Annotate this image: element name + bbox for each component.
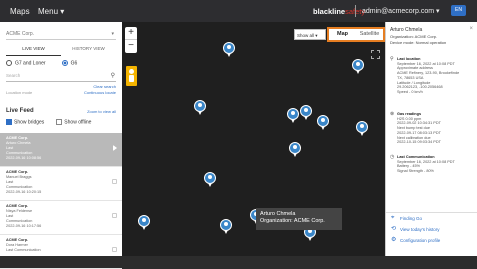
live-feed-list: ACME Corp. Arturo Chmela Last Communicat… (0, 133, 122, 269)
pin-tooltip: Arturo Chmela Organization: ACME Corp. (256, 208, 342, 230)
location-icon: ⚲ (390, 56, 394, 62)
device-filter: G7 and Loner G6 (6, 60, 77, 66)
radio-icon (6, 60, 12, 66)
fullscreen-icon[interactable] (371, 50, 380, 59)
tab-history-view[interactable]: HISTORY VIEW (61, 43, 116, 56)
language-selector[interactable]: EN (451, 5, 466, 16)
feed-filters: Show bridges Show offline (6, 119, 91, 125)
map-pin-icon[interactable] (204, 172, 216, 187)
map-pin-icon[interactable] (352, 59, 364, 74)
history-icon: ⟲ (391, 226, 397, 232)
chevron-down-icon: ▾ (111, 31, 114, 37)
clear-search-link[interactable]: Clear search (93, 84, 116, 89)
last-communication-section: ◷ Last Communication September 16, 2022 … (390, 154, 455, 174)
list-item[interactable]: ACME Corp. Nisya Feldense Last Communica… (0, 201, 122, 235)
list-item[interactable]: ACME Corp. Arturo Chmela Last Communicat… (0, 133, 122, 167)
map-pin-icon[interactable] (317, 115, 329, 130)
live-feed-heading: Live Feed (6, 108, 34, 114)
view-tabs: LIVE VIEW HISTORY VIEW (6, 43, 116, 56)
location-mode-row: Location mode Continuous locate (6, 90, 116, 95)
list-item[interactable]: ACME Corp. Manuel Braggs Last Communicat… (0, 167, 122, 201)
top-bar: Maps Menu ▾ blacklinesafety admin@acmeco… (0, 0, 477, 22)
map-pin-icon[interactable] (287, 108, 299, 123)
map-type-satellite-button[interactable]: Satellite (356, 29, 383, 40)
status-box-icon (112, 179, 117, 184)
show-all-dropdown[interactable]: Show all ▾ (294, 29, 326, 40)
divider (355, 5, 356, 17)
tab-live-view[interactable]: LIVE VIEW (6, 43, 61, 56)
detail-title: Arturo Chmela (390, 27, 423, 33)
search-icon: ⚲ (110, 73, 115, 79)
map-type-map-button[interactable]: Map (329, 29, 356, 40)
menu-dropdown[interactable]: Menu ▾ (38, 7, 64, 16)
find-icon: ⌖ (391, 215, 395, 221)
show-bridges-checkbox[interactable]: Show bridges (6, 119, 44, 125)
street-view-pegman-icon[interactable] (126, 66, 137, 86)
finding-go-link[interactable]: ⌖ Finding Go (386, 213, 477, 224)
list-item[interactable]: ACME Corp. Dora Harmer Last Communicatio… (0, 235, 122, 269)
map-pin-icon[interactable] (289, 142, 301, 157)
zoom-to-view-all-link[interactable]: Zoom to view all (87, 109, 116, 114)
gas-readings-section: ⊗ Gas readings H2S 0.00 ppm 2022-09-02 1… (390, 111, 441, 145)
continuous-locate-link[interactable]: Continuous locate (84, 90, 116, 95)
status-box-icon (112, 247, 117, 252)
signal-icon: ◷ (390, 154, 395, 160)
search-input[interactable]: Search ⚲ (6, 71, 116, 82)
gas-icon: ⊗ (390, 111, 395, 117)
selected-arrow-icon (113, 145, 117, 151)
detail-actions: ⌖ Finding Go ⟲ View today's history ⚙ Co… (386, 212, 477, 246)
map-pin-icon[interactable] (220, 219, 232, 234)
zoom-in-button[interactable]: + (125, 27, 137, 40)
map-pin-icon[interactable] (300, 105, 312, 120)
last-location-section: ⚲ Last location September 16, 2022 at 10… (390, 56, 460, 94)
map-pin-icon[interactable] (138, 215, 150, 230)
maps-link[interactable]: Maps (10, 7, 30, 16)
radio-g6[interactable]: G6 (61, 60, 77, 66)
configuration-profile-link[interactable]: ⚙ Configuration profile (386, 235, 477, 246)
radio-g7-loner[interactable]: G7 and Loner (6, 60, 46, 66)
close-icon[interactable]: × (469, 26, 473, 32)
zoom-control: + − (125, 27, 137, 53)
show-offline-checkbox[interactable]: Show offline (56, 119, 91, 125)
map-pin-icon[interactable] (194, 100, 206, 115)
map-canvas[interactable]: + − Show all ▾ Map Satellite Arturo Chme… (122, 22, 385, 256)
map-type-toggle: Map Satellite (327, 27, 385, 42)
sidebar: ACME Corp. ▾ LIVE VIEW HISTORY VIEW G7 a… (0, 22, 122, 269)
profile-icon: ⚙ (391, 237, 397, 243)
view-history-link[interactable]: ⟲ View today's history (386, 224, 477, 235)
zoom-out-button[interactable]: − (125, 40, 137, 53)
checkbox-icon (56, 119, 63, 125)
organization-select[interactable]: ACME Corp. ▾ (6, 28, 116, 40)
checkbox-checked-icon (6, 119, 12, 125)
detail-meta: Organization: ACME Corp. Device mode: No… (390, 34, 447, 45)
detail-panel: Arturo Chmela × Organization: ACME Corp.… (385, 22, 477, 256)
map-pin-icon[interactable] (356, 121, 368, 136)
account-menu[interactable]: admin@acmecorp.com ▾ (362, 7, 440, 15)
radio-selected-icon (61, 60, 68, 66)
map-pin-icon[interactable] (223, 42, 235, 57)
brand-logo: blacklinesafety (313, 7, 365, 16)
status-box-icon (112, 213, 117, 218)
